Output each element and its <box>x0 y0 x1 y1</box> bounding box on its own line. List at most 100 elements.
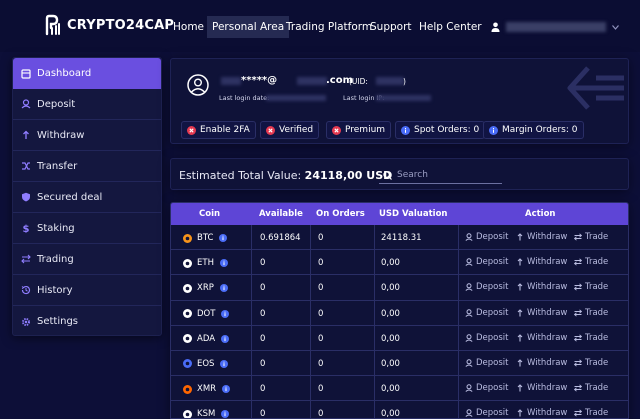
badge-premium[interactable]: Premium <box>326 121 392 139</box>
sidebar-item-deposit[interactable]: Deposit <box>13 89 161 120</box>
trade-label: Trade <box>585 357 609 368</box>
trade-action[interactable]: Trade <box>574 408 608 418</box>
deposit-action[interactable]: Deposit <box>465 383 509 393</box>
logo[interactable]: CRYPTO24CAP <box>44 14 174 36</box>
table-body: BTC 0.691864 0 24118.31 Deposit Withdraw <box>171 225 628 418</box>
deposit-action[interactable]: Deposit <box>465 333 509 343</box>
x-circle-icon <box>266 125 275 135</box>
withdraw-icon <box>517 333 523 342</box>
sidebar-item-trading[interactable]: Trading <box>13 244 161 275</box>
badge-margin-orders[interactable]: Margin Orders: 0 <box>483 121 584 139</box>
available-cell: 0 <box>260 384 266 395</box>
sidebar-item-withdraw[interactable]: Withdraw <box>13 120 161 151</box>
sidebar-item-label: Secured deal <box>37 191 103 203</box>
trade-action[interactable]: Trade <box>574 282 608 292</box>
on-orders-cell: 0 <box>318 258 324 269</box>
withdraw-action[interactable]: Withdraw <box>516 308 567 318</box>
withdraw-label: Withdraw <box>527 307 568 318</box>
badge-label: Premium <box>345 125 386 135</box>
info-circle-icon[interactable] <box>222 385 231 394</box>
trade-action[interactable]: Trade <box>574 308 608 318</box>
dollar-icon: $ <box>23 224 30 233</box>
coin-cell: XMR <box>183 384 231 394</box>
withdraw-action[interactable]: Withdraw <box>516 232 567 242</box>
user-menu[interactable] <box>491 16 619 38</box>
withdraw-label: Withdraw <box>527 383 568 394</box>
column-divider <box>458 225 459 418</box>
coin-icon <box>183 233 192 243</box>
uid-close: ) <box>403 77 406 86</box>
deposit-label: Deposit <box>476 383 509 394</box>
available-cell: 0.691864 <box>260 233 301 243</box>
swap-icon <box>574 258 582 266</box>
user-icon <box>491 22 500 32</box>
trade-action[interactable]: Trade <box>574 383 608 393</box>
search-input[interactable] <box>397 170 497 180</box>
info-circle-icon[interactable] <box>219 234 228 242</box>
sidebar-item-label: Deposit <box>37 98 76 110</box>
sidebar-item-label: History <box>37 284 73 296</box>
sidebar-item-label: Withdraw <box>37 129 85 141</box>
deposit-action[interactable]: Deposit <box>465 408 509 418</box>
usd-valuation-cell: 0,00 <box>381 283 400 294</box>
coin-symbol: ADA <box>197 333 216 344</box>
withdraw-action[interactable]: Withdraw <box>516 257 567 267</box>
withdraw-label: Withdraw <box>527 257 568 268</box>
deposit-action[interactable]: Deposit <box>465 358 509 368</box>
trade-action[interactable]: Trade <box>574 257 608 267</box>
withdraw-icon <box>517 283 523 291</box>
table-row-xrp: XRP 0 0 0,00 Deposit Withdraw Trade <box>171 275 628 301</box>
badge-enable-2fa[interactable]: Enable 2FA <box>181 121 256 139</box>
sidebar-item-history[interactable]: History <box>13 275 161 306</box>
available-cell: 0 <box>260 358 266 369</box>
withdraw-icon <box>517 384 523 392</box>
withdraw-action[interactable]: Withdraw <box>516 383 567 393</box>
swap-icon <box>574 233 582 241</box>
swap-icon <box>574 384 582 392</box>
withdraw-icon <box>517 359 523 367</box>
last-login-ip-redacted <box>376 95 431 101</box>
withdraw-action[interactable]: Withdraw <box>516 282 567 292</box>
info-circle-icon[interactable] <box>220 359 229 368</box>
badge-label: Margin Orders: 0 <box>502 125 578 135</box>
info-circle-icon[interactable] <box>219 284 228 293</box>
nav-home[interactable]: Home <box>168 16 209 38</box>
info-circle-icon[interactable] <box>221 410 230 418</box>
trade-action[interactable]: Trade <box>574 333 608 343</box>
deposit-action[interactable]: Deposit <box>465 232 509 242</box>
deposit-action[interactable]: Deposit <box>465 257 509 267</box>
trade-action[interactable]: Trade <box>574 232 608 242</box>
deposit-icon <box>21 99 31 109</box>
nav-trading-platform[interactable]: Trading Platform <box>281 16 377 38</box>
nav-personal-area[interactable]: Personal Area <box>207 16 290 38</box>
sidebar-item-secured-deal[interactable]: Secured deal <box>13 182 161 213</box>
badge-label: Verified <box>279 125 314 135</box>
badge-verified[interactable]: Verified <box>260 121 320 139</box>
deposit-action[interactable]: Deposit <box>465 282 509 292</box>
trade-action[interactable]: Trade <box>574 358 608 368</box>
sidebar-item-settings[interactable]: Settings <box>13 306 161 337</box>
search-box[interactable] <box>379 167 502 184</box>
withdraw-action[interactable]: Withdraw <box>516 408 567 418</box>
trade-label: Trade <box>585 282 609 293</box>
deposit-icon <box>465 233 473 241</box>
coin-cell: ETH <box>183 258 228 268</box>
coin-cell: EOS <box>183 359 229 369</box>
nav-help-center[interactable]: Help Center <box>414 16 487 38</box>
sidebar-item-label: Trading <box>37 253 74 265</box>
username-redacted <box>506 22 606 32</box>
trade-label: Trade <box>585 332 609 343</box>
sidebar-item-transfer[interactable]: Transfer <box>13 151 161 182</box>
sidebar-item-staking[interactable]: $ Staking <box>13 213 161 244</box>
withdraw-action[interactable]: Withdraw <box>516 333 567 343</box>
deposit-action[interactable]: Deposit <box>465 308 509 318</box>
coin-icon <box>183 409 192 418</box>
badge-spot-orders[interactable]: Spot Orders: 0 <box>395 121 486 139</box>
info-circle-icon[interactable] <box>219 259 228 268</box>
info-circle-icon[interactable] <box>221 309 230 318</box>
withdraw-action[interactable]: Withdraw <box>516 358 567 368</box>
nav-support[interactable]: Support <box>365 16 417 38</box>
uid-label: (UID: <box>349 77 368 86</box>
info-circle-icon[interactable] <box>221 334 230 343</box>
sidebar-item-dashboard[interactable]: Dashboard <box>13 58 161 89</box>
